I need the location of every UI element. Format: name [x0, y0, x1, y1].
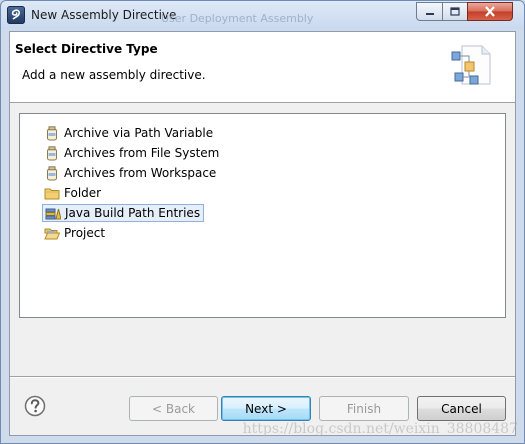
- folder-icon: [44, 185, 60, 201]
- close-icon: [485, 6, 495, 17]
- minimize-icon: [425, 12, 434, 15]
- wizard-header: Select Directive Type Add a new assembly…: [10, 32, 515, 103]
- maximize-button[interactable]: [442, 2, 468, 21]
- window-title: New Assembly Directive: [31, 8, 177, 22]
- list-item-label: Folder: [64, 186, 102, 200]
- title-bar[interactable]: New Assembly Directive User Deployment A…: [1, 1, 524, 29]
- list-item-label: Archives from Workspace: [64, 166, 217, 180]
- minimize-button[interactable]: [416, 2, 443, 21]
- list-item[interactable]: Project: [42, 224, 108, 242]
- list-item-label: Archive via Path Variable: [64, 126, 214, 140]
- list-item-selected[interactable]: Java Build Path Entries: [42, 204, 205, 222]
- button-bar-separator: [10, 376, 515, 378]
- finish-button[interactable]: Finish: [319, 396, 409, 421]
- list-item-label: Java Build Path Entries: [65, 206, 201, 220]
- list-item[interactable]: Archive via Path Variable: [42, 124, 216, 142]
- page-description: Add a new assembly directive.: [22, 68, 206, 82]
- open-folder-icon: [44, 225, 60, 241]
- list-item[interactable]: Folder: [42, 184, 104, 202]
- directive-type-list[interactable]: Archive via Path Variable Archives from …: [19, 113, 506, 318]
- back-button[interactable]: < Back: [129, 396, 218, 421]
- close-button[interactable]: [467, 2, 513, 21]
- jar-icon: [44, 165, 60, 181]
- jar-icon: [44, 125, 60, 141]
- page-title: Select Directive Type: [15, 42, 158, 56]
- dialog-window: New Assembly Directive User Deployment A…: [0, 0, 525, 444]
- jar-icon: [44, 145, 60, 161]
- eclipse-app-icon: [7, 6, 25, 24]
- watermark-text: https://blog.csdn.net/weixin_38808487: [242, 421, 518, 437]
- list-item-label: Archives from File System: [64, 146, 220, 160]
- dialog-client-area: Select Directive Type Add a new assembly…: [9, 31, 516, 436]
- list-item[interactable]: Archives from Workspace: [42, 164, 219, 182]
- cancel-button[interactable]: Cancel: [417, 396, 506, 421]
- background-window-title: User Deployment Assembly: [161, 12, 314, 25]
- maximize-icon: [450, 7, 460, 16]
- help-icon[interactable]: [24, 395, 46, 417]
- next-button[interactable]: Next >: [221, 396, 311, 421]
- list-item-label: Project: [64, 226, 106, 240]
- list-item[interactable]: Archives from File System: [42, 144, 222, 162]
- library-icon: [45, 205, 61, 221]
- wizard-banner-icon: [451, 45, 491, 85]
